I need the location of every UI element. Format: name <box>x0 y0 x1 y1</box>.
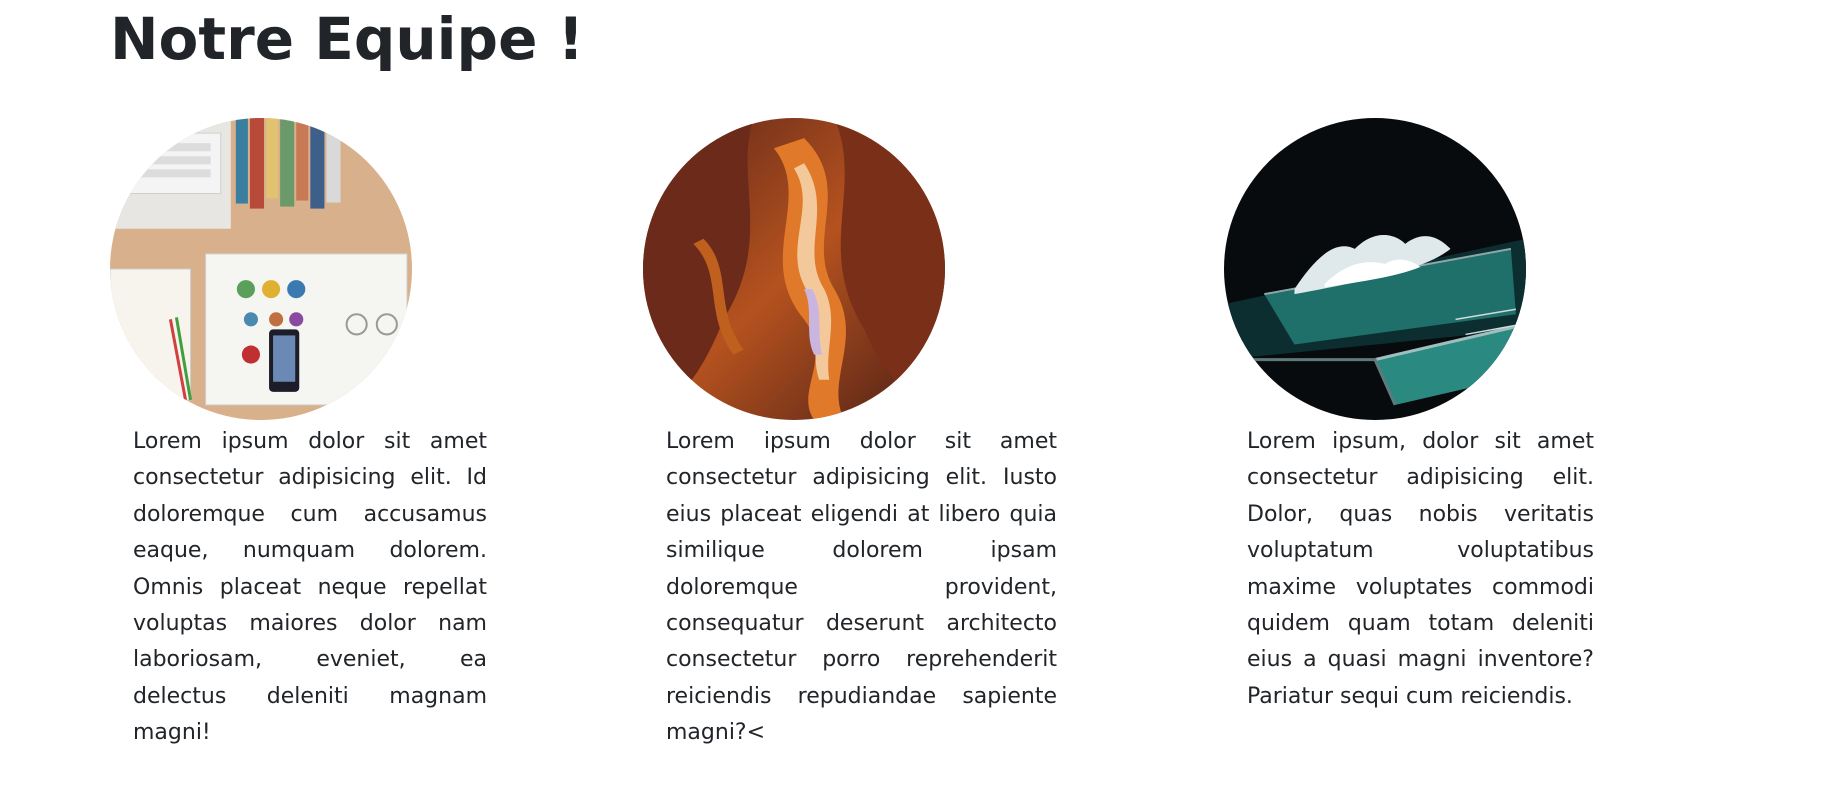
team-member-photo-desk <box>110 118 412 420</box>
team-member-photo-canyon <box>643 118 945 420</box>
team-member-bio: Lorem ipsum dolor sit amet consectetur a… <box>133 429 487 746</box>
page-title: Notre Equipe ! <box>110 5 585 73</box>
team-member-bio: Lorem ipsum, dolor sit amet consectetur … <box>1247 429 1594 709</box>
team-member-photo-ocean-pool <box>1224 118 1526 420</box>
team-member-bio: Lorem ipsum dolor sit amet consectetur a… <box>666 429 1057 746</box>
